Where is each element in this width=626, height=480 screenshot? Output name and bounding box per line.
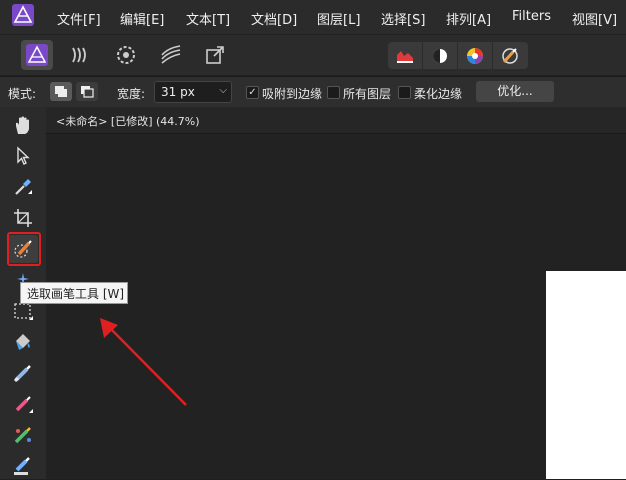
- paint-brush-icon: [13, 365, 31, 383]
- canvas[interactable]: [46, 134, 626, 479]
- menu-file[interactable]: 文件[F]: [57, 9, 101, 28]
- menu-edit[interactable]: 编辑[E]: [120, 9, 164, 28]
- affinity-photo-logo[interactable]: [12, 4, 34, 26]
- color-picker-tool[interactable]: [8, 173, 38, 201]
- studio-toggle-group: [388, 42, 528, 69]
- pixel-brush-icon: [15, 396, 33, 413]
- menu-view[interactable]: 视图[V]: [572, 9, 617, 28]
- color-wheel-icon: [467, 48, 483, 64]
- develop-persona-icon: [117, 46, 135, 64]
- chevron-down-icon[interactable]: ⌵: [219, 85, 227, 96]
- liquify-persona-button[interactable]: [64, 40, 96, 70]
- menu-select[interactable]: 选择[S]: [381, 9, 425, 28]
- tool-tooltip: 选取画笔工具 [W]: [20, 282, 128, 304]
- mode-subtract-button[interactable]: [76, 82, 98, 101]
- color-replace-icon: [14, 427, 31, 444]
- flood-fill-icon: [16, 334, 30, 350]
- export-persona-icon: [206, 46, 224, 64]
- width-value: 31 px: [161, 85, 195, 99]
- liquify-persona-icon: [72, 47, 86, 63]
- width-label: 宽度:: [117, 87, 146, 101]
- menu-arrange[interactable]: 排列[A]: [446, 9, 491, 28]
- move-tool[interactable]: [8, 142, 38, 170]
- crop-tool-icon: [14, 209, 32, 227]
- crop-tool[interactable]: [8, 204, 38, 232]
- adjustment-button[interactable]: [423, 42, 458, 69]
- menu-document[interactable]: 文档[D]: [251, 9, 297, 28]
- mode-add-icon: [55, 86, 67, 97]
- menu-text[interactable]: 文本[T]: [186, 9, 230, 28]
- flood-fill-tool[interactable]: [8, 328, 38, 356]
- brushes-button[interactable]: [493, 42, 527, 69]
- context-toolbar: 模式: 宽度: 31 px ⌵ ✓ 吸附到边缘 所有图层 柔化边缘 优化...: [0, 76, 626, 108]
- menu-bar: 文件[F] 编辑[E] 文本[T] 文档[D] 图层[L] 选择[S] 排列[A…: [0, 0, 626, 34]
- histogram-icon: [397, 51, 413, 63]
- histogram-button[interactable]: [388, 42, 423, 69]
- hand-tool[interactable]: [8, 111, 38, 139]
- mode-subtract-icon: [81, 86, 94, 98]
- snap-label: 吸附到边缘: [262, 87, 323, 101]
- document-title: <未命名> [已修改] (44.7%): [56, 115, 200, 128]
- pixel-brush-tool[interactable]: [8, 390, 38, 418]
- width-input[interactable]: 31 px ⌵: [154, 81, 232, 103]
- document-tab[interactable]: <未命名> [已修改] (44.7%): [46, 107, 626, 134]
- persona-bar: [0, 34, 626, 75]
- erase-brush-icon: [14, 457, 30, 475]
- document-page: [546, 271, 626, 479]
- soften-checkbox[interactable]: [398, 86, 411, 99]
- mode-add-button[interactable]: [50, 82, 72, 101]
- color-picker-icon: [15, 179, 32, 195]
- export-persona-button[interactable]: [199, 40, 231, 70]
- photo-persona-icon: [26, 44, 48, 66]
- photo-persona-button[interactable]: [21, 40, 53, 70]
- erase-brush-tool[interactable]: [8, 452, 38, 480]
- hand-tool-icon: [16, 116, 29, 134]
- paint-brush-tool[interactable]: [8, 359, 38, 387]
- tool-highlight-box: [7, 232, 41, 266]
- adjustment-icon: [433, 49, 447, 63]
- develop-persona-button[interactable]: [110, 40, 142, 70]
- color-replace-tool[interactable]: [8, 421, 38, 449]
- tone-mapping-persona-icon: [161, 45, 181, 64]
- soften-label: 柔化边缘: [414, 87, 463, 101]
- mode-label: 模式:: [8, 87, 37, 101]
- menu-layer[interactable]: 图层[L]: [317, 9, 360, 28]
- brush-studio-icon: [502, 48, 518, 64]
- menu-filters[interactable]: Filters: [512, 9, 551, 24]
- color-button[interactable]: [458, 42, 493, 69]
- refine-button[interactable]: 优化...: [476, 81, 554, 102]
- move-tool-icon: [17, 146, 30, 165]
- snap-checkbox[interactable]: ✓: [246, 86, 259, 99]
- tone-mapping-persona-button[interactable]: [155, 40, 187, 70]
- all-layers-label: 所有图层: [343, 87, 392, 101]
- all-layers-checkbox[interactable]: [327, 86, 340, 99]
